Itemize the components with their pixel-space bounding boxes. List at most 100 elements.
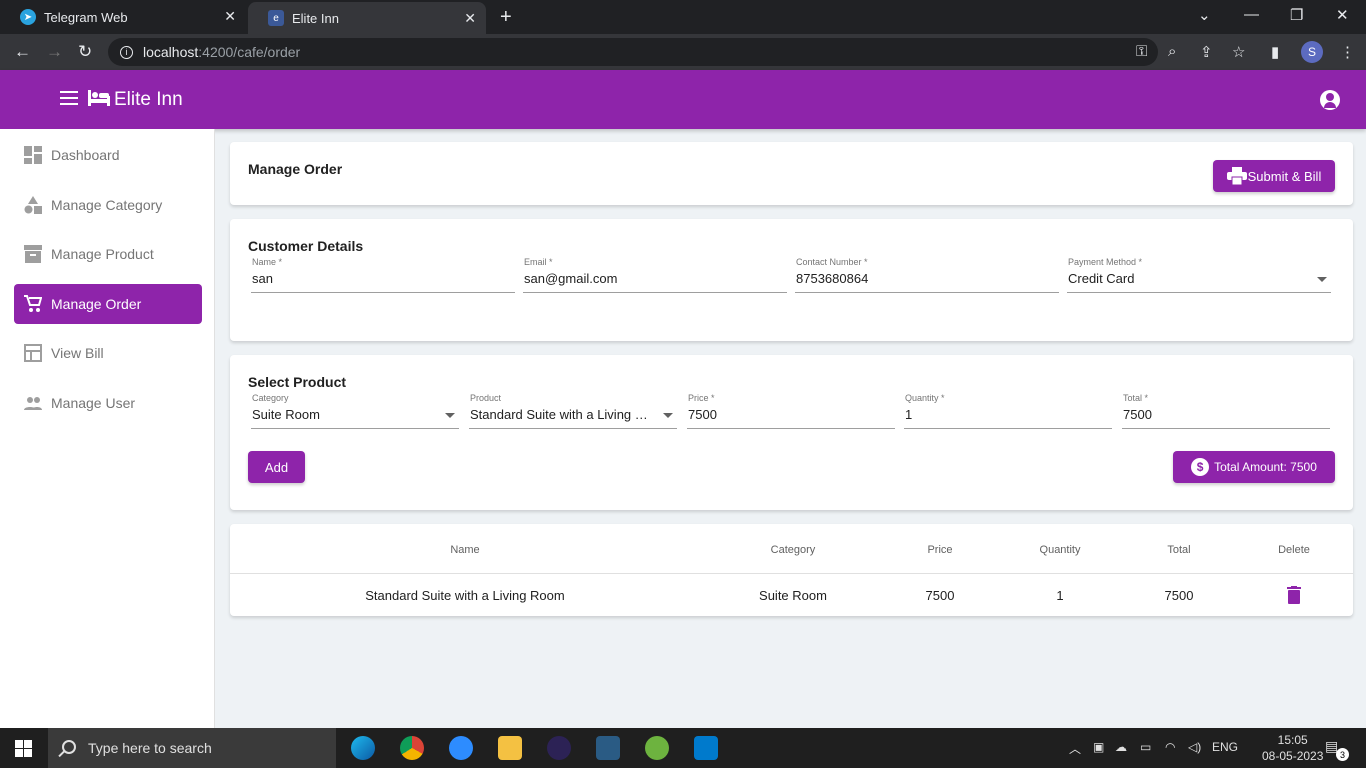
cell-total: 7500 [1164, 588, 1194, 603]
site-info-icon[interactable]: i [120, 45, 133, 59]
submit-bill-label: Submit & Bill [1247, 168, 1322, 184]
bookmark-star-icon[interactable]: ☆ [1232, 43, 1245, 61]
tab-title: Elite Inn [292, 10, 339, 26]
minimize-icon[interactable]: — [1244, 6, 1259, 23]
column-header-delete: Delete [1278, 544, 1310, 556]
spring-tools-icon[interactable] [645, 736, 669, 760]
email-field[interactable]: Email * san@gmail.com [523, 257, 787, 293]
customer-details-title: Customer Details [248, 238, 364, 254]
submit-bill-button[interactable]: Submit & Bill [1213, 160, 1335, 192]
dashboard-icon [24, 146, 42, 164]
sidebar-item-manage-user[interactable]: Manage User [14, 383, 202, 423]
url-host: localhost [143, 44, 199, 60]
telegram-icon: ➤ [20, 9, 36, 25]
mysql-workbench-icon[interactable] [596, 736, 620, 760]
delete-icon[interactable] [1287, 586, 1301, 604]
zoom-icon[interactable]: ⌕ [1168, 43, 1176, 60]
clock-date: 08-05-2023 [1262, 749, 1324, 763]
chevron-up-icon[interactable]: ︿ [1069, 740, 1081, 757]
forward-icon[interactable]: → [46, 42, 63, 62]
close-window-icon[interactable]: ✕ [1336, 6, 1349, 24]
sidebar-item-view-bill[interactable]: View Bill [14, 333, 202, 373]
taskbar-search[interactable]: Type here to search [48, 728, 336, 768]
add-button[interactable]: Add [248, 451, 305, 483]
chevron-down-icon [445, 413, 455, 418]
total-amount-button[interactable]: $ Total Amount: 7500 [1173, 451, 1335, 483]
close-tab-icon[interactable]: ✕ [464, 10, 476, 27]
zoom-icon[interactable] [449, 736, 473, 760]
edge-icon[interactable] [351, 736, 375, 760]
sidebar-item-dashboard[interactable]: Dashboard [14, 135, 202, 175]
category-label: Category [252, 393, 289, 403]
windows-taskbar: Type here to search ︿ ▣ ☁ ▭ ◠ ◁) ENG 15:… [0, 728, 1366, 768]
profile-avatar[interactable]: S [1301, 41, 1323, 63]
chevron-down-icon [663, 413, 673, 418]
camera-icon[interactable]: ▣ [1093, 740, 1104, 754]
category-select[interactable]: Category Suite Room [251, 393, 459, 429]
restore-icon[interactable]: ❐ [1290, 6, 1303, 24]
search-placeholder: Type here to search [88, 740, 212, 756]
tab-elite-inn[interactable]: e Elite Inn ✕ [248, 2, 486, 34]
clock-time: 15:05 [1277, 733, 1308, 747]
wifi-icon[interactable]: ◠ [1165, 740, 1175, 754]
price-field[interactable]: Price * 7500 [687, 393, 895, 429]
column-header-total: Total [1167, 544, 1191, 556]
name-label: Name * [252, 257, 283, 267]
sidebar-item-manage-product[interactable]: Manage Product [14, 234, 202, 274]
chrome-icon[interactable] [400, 736, 424, 760]
page-title: Manage Order [248, 161, 343, 177]
eclipse-icon[interactable] [547, 736, 571, 760]
quantity-field[interactable]: Quantity * 1 [904, 393, 1112, 429]
volume-icon[interactable]: ◁) [1188, 740, 1201, 754]
payment-method-select[interactable]: Payment Method * Credit Card [1067, 257, 1331, 293]
tab-search-icon[interactable]: ⌄ [1198, 6, 1211, 24]
app-title: Elite Inn [114, 89, 183, 110]
back-icon[interactable]: ← [14, 42, 31, 62]
app-header: Elite Inn [0, 70, 1366, 129]
url-path: :4200/cafe/order [198, 44, 301, 60]
people-icon [24, 397, 42, 410]
account-circle-icon[interactable] [1320, 90, 1340, 110]
sidebar-item-label: Manage Order [51, 296, 142, 312]
archive-icon [24, 245, 42, 263]
contact-number-label: Contact Number * [796, 257, 868, 267]
email-value: san@gmail.com [524, 271, 618, 286]
reload-icon[interactable]: ↻ [78, 42, 92, 62]
sidebar-item-label: View Bill [51, 345, 104, 361]
share-icon[interactable]: ⇪ [1200, 43, 1213, 61]
language-indicator[interactable]: ENG [1212, 740, 1238, 754]
column-header-name: Name [450, 544, 480, 556]
page-favicon-icon: e [268, 10, 284, 26]
add-button-label: Add [264, 459, 289, 475]
address-bar[interactable]: i localhost:4200/cafe/order [108, 38, 1158, 66]
chevron-down-icon [1317, 277, 1327, 282]
total-field[interactable]: Total * 7500 [1122, 393, 1330, 429]
order-table: Name Category Price Quantity Total Delet… [230, 524, 1353, 616]
column-header-quantity: Quantity [1039, 544, 1081, 556]
tab-title: Telegram Web [44, 9, 128, 25]
sidebar-item-manage-category[interactable]: Manage Category [14, 185, 202, 225]
quantity-value: 1 [905, 407, 913, 422]
select-product-card: Select Product Category Suite Room Produ… [230, 355, 1353, 510]
vscode-icon[interactable] [694, 736, 718, 760]
product-select[interactable]: Product Standard Suite with a Living Roo… [469, 393, 677, 429]
name-field[interactable]: Name * san [251, 257, 515, 293]
contact-number-field[interactable]: Contact Number * 8753680864 [795, 257, 1059, 293]
tab-telegram[interactable]: ➤ Telegram Web ✕ [0, 0, 246, 34]
side-panel-icon[interactable]: ▮ [1271, 43, 1279, 61]
menu-kebab-icon[interactable]: ⋮ [1340, 43, 1355, 61]
sidebar: Dashboard Manage Category Manage Product… [0, 129, 215, 728]
sidebar-item-manage-order[interactable]: Manage Order [14, 284, 202, 324]
payment-method-label: Payment Method * [1068, 257, 1143, 267]
windows-start-icon[interactable] [15, 740, 32, 757]
battery-icon[interactable]: ▭ [1140, 740, 1151, 754]
menu-icon[interactable] [60, 91, 78, 105]
new-tab-icon[interactable]: + [500, 6, 512, 29]
file-explorer-icon[interactable] [498, 736, 522, 760]
taskbar-clock[interactable]: 15:05 08-05-2023 [1262, 732, 1323, 764]
dollar-icon: $ [1191, 458, 1210, 476]
cloud-icon[interactable]: ☁ [1115, 740, 1127, 754]
price-label: Price * [688, 393, 715, 403]
close-tab-icon[interactable]: ✕ [224, 8, 236, 25]
key-icon[interactable]: ⚿ [1136, 43, 1147, 60]
